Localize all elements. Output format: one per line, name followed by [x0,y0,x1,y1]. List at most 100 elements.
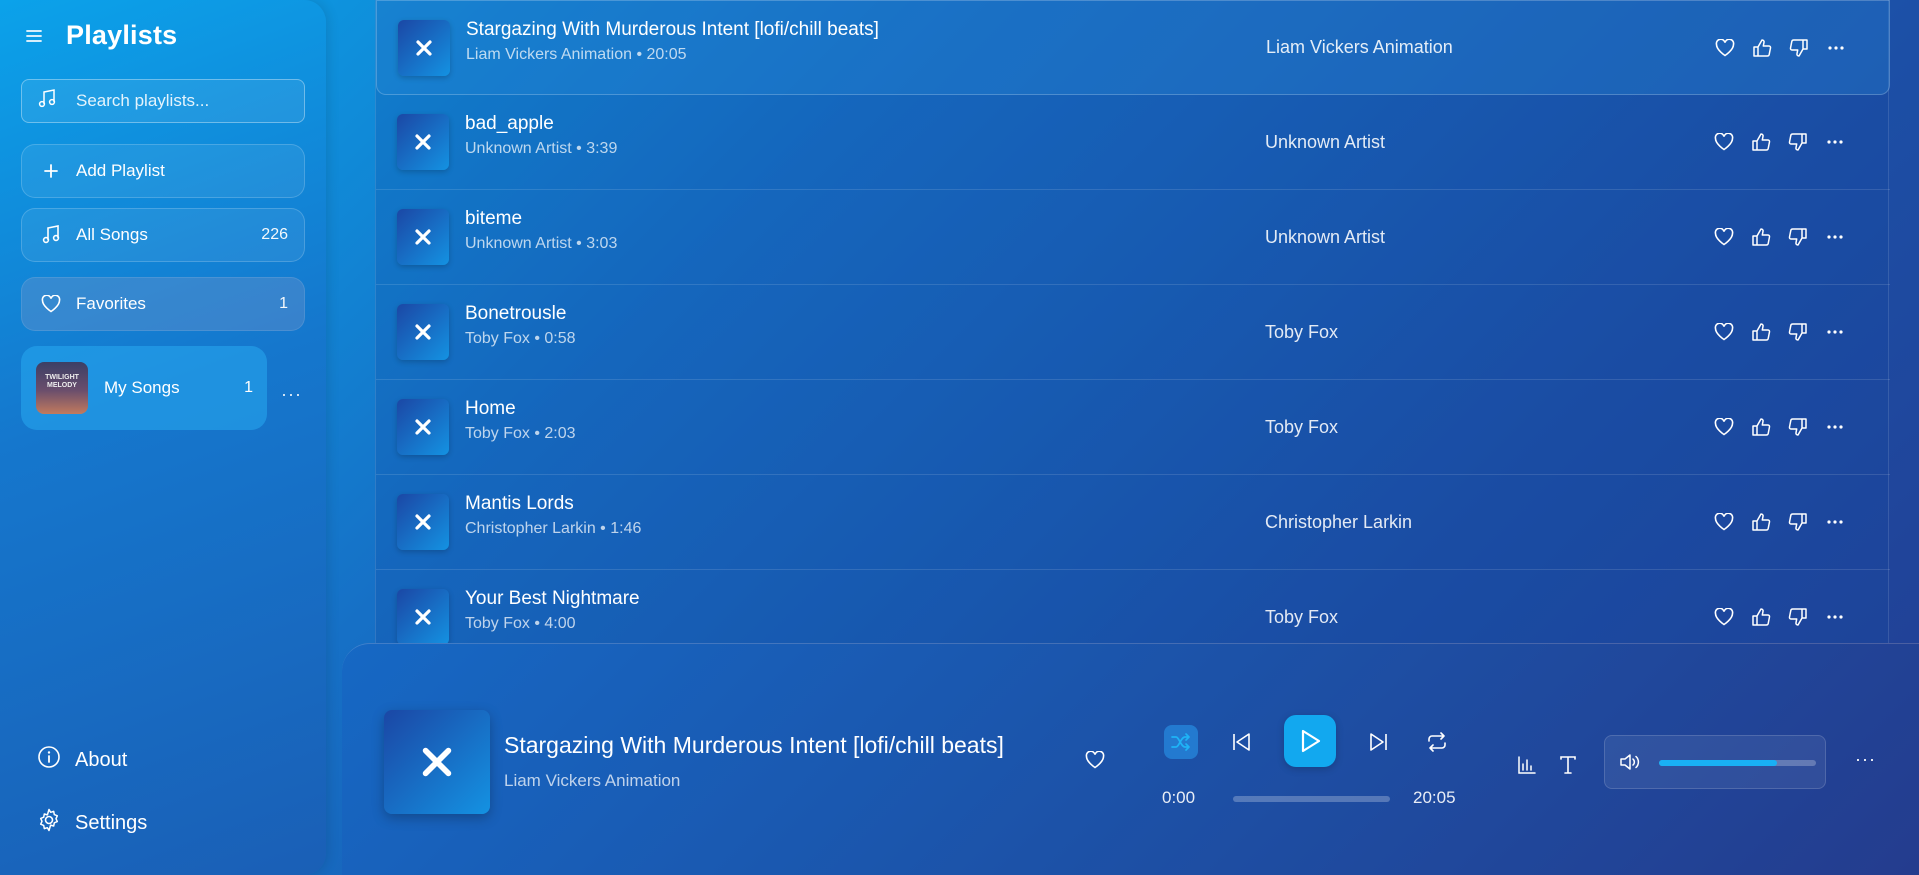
play-icon [1301,729,1321,753]
thumbs-down-icon[interactable] [1787,226,1809,248]
settings-button[interactable]: Settings [37,808,147,838]
thumbs-up-icon[interactable] [1750,131,1772,153]
shuffle-icon [1171,733,1190,751]
sidebar-item-label: All Songs [76,225,148,244]
heart-icon[interactable] [1714,37,1736,59]
hamburger-icon[interactable] [26,25,46,47]
add-playlist-label: Add Playlist [76,161,165,180]
thumbs-down-icon[interactable] [1787,416,1809,438]
song-subtitle: Toby Fox • 2:03 [465,425,576,442]
next-icon [1370,733,1387,751]
heart-icon [40,295,62,313]
close-x-icon [415,229,431,245]
album-art [398,19,450,76]
thumbs-up-icon[interactable] [1750,416,1772,438]
info-icon [37,745,61,775]
more-horizontal-icon[interactable] [1824,416,1846,438]
thumbs-down-icon[interactable] [1787,321,1809,343]
more-horizontal-icon[interactable] [1824,321,1846,343]
sidebar-item-label: Favorites [76,294,146,313]
thumbs-up-icon[interactable] [1750,511,1772,533]
thumbs-up-icon[interactable] [1750,321,1772,343]
sidebar-item-my-songs[interactable]: TWILIGHT MELODY My Songs 1 [21,346,267,430]
heart-icon[interactable] [1713,511,1735,533]
close-x-icon [416,39,432,56]
song-row[interactable]: Home Toby Fox • 2:03 Toby Fox [376,380,1890,475]
song-row[interactable]: Bonetrousle Toby Fox • 0:58 Toby Fox [376,285,1890,380]
previous-icon [1233,733,1250,751]
settings-label: Settings [75,811,148,834]
song-row[interactable]: Mantis Lords Christopher Larkin • 1:46 C… [376,475,1890,570]
add-playlist-button[interactable]: Add Playlist [21,144,305,198]
song-subtitle: Unknown Artist • 3:39 [465,140,618,157]
song-artist: Unknown Artist [1265,226,1386,247]
repeat-button[interactable] [1420,725,1454,759]
song-list: Stargazing With Murderous Intent [lofi/c… [375,0,1890,665]
about-button[interactable]: About [37,745,127,775]
song-actions [1713,321,1846,343]
now-playing-artist: Liam Vickers Animation [504,771,681,790]
sidebar-item-favorites[interactable]: Favorites 1 [21,277,305,331]
play-button[interactable] [1284,715,1336,767]
heart-icon[interactable] [1713,416,1735,438]
equalizer-button[interactable] [1512,750,1542,780]
thumbs-up-icon[interactable] [1750,606,1772,628]
my-songs-count-badge: 1 [244,379,253,396]
heart-icon[interactable] [1713,226,1735,248]
song-row[interactable]: biteme Unknown Artist • 3:03 Unknown Art… [376,190,1890,285]
player-bar: Stargazing With Murderous Intent [lofi/c… [342,643,1919,875]
gear-icon [37,808,61,838]
album-art [397,209,449,265]
playlist-search-input[interactable] [76,91,276,111]
album-art [397,304,449,360]
more-horizontal-icon[interactable] [1824,606,1846,628]
heart-icon[interactable] [1713,606,1735,628]
song-title: Bonetrousle [465,303,567,324]
more-horizontal-icon[interactable] [1824,511,1846,533]
song-title: Home [465,398,516,419]
thumbs-down-icon[interactable] [1787,511,1809,533]
more-horizontal-icon[interactable] [1824,226,1846,248]
plus-icon [40,163,62,179]
close-x-icon [415,609,431,625]
song-artist: Christopher Larkin [1265,511,1413,532]
more-horizontal-icon[interactable] [1824,131,1846,153]
close-x-icon [415,514,431,530]
song-row[interactable]: bad_apple Unknown Artist • 3:39 Unknown … [376,95,1890,190]
album-art [397,494,449,550]
playlist-search-box[interactable] [21,79,305,123]
volume-icon[interactable] [1619,752,1641,777]
more-horizontal-icon[interactable] [1825,37,1847,59]
heart-icon[interactable] [1713,131,1735,153]
sidebar-item-all-songs[interactable]: All Songs 226 [21,208,305,262]
thumbs-up-icon[interactable] [1751,37,1773,59]
current-time: 0:00 [1162,788,1196,807]
heart-icon[interactable] [1713,321,1735,343]
seek-bar[interactable] [1233,796,1390,802]
song-actions [1713,416,1846,438]
heart-icon[interactable] [1085,750,1105,774]
music-note-icon [38,88,56,114]
song-subtitle: Liam Vickers Animation • 20:05 [466,46,687,63]
thumbs-down-icon[interactable] [1787,131,1809,153]
favorites-count-badge: 1 [279,295,288,312]
song-actions [1713,511,1846,533]
song-artist: Unknown Artist [1265,131,1386,152]
thumbs-down-icon[interactable] [1788,37,1810,59]
song-count-badge: 226 [261,226,288,243]
next-button[interactable] [1362,725,1396,759]
song-row[interactable]: Stargazing With Murderous Intent [lofi/c… [376,0,1890,95]
song-subtitle: Toby Fox • 0:58 [465,330,576,347]
song-actions [1713,226,1846,248]
more-horizontal-icon[interactable]: ··· [281,384,302,405]
now-playing-art [384,710,490,814]
lyrics-button[interactable] [1553,750,1583,780]
song-title: Stargazing With Murderous Intent [lofi/c… [466,19,879,40]
shuffle-button[interactable] [1164,725,1198,759]
thumbs-up-icon[interactable] [1750,226,1772,248]
thumbs-down-icon[interactable] [1787,606,1809,628]
more-horizontal-icon[interactable]: ··· [1855,749,1876,770]
previous-button[interactable] [1224,725,1258,759]
close-x-icon [415,134,431,150]
volume-slider[interactable] [1659,760,1816,766]
